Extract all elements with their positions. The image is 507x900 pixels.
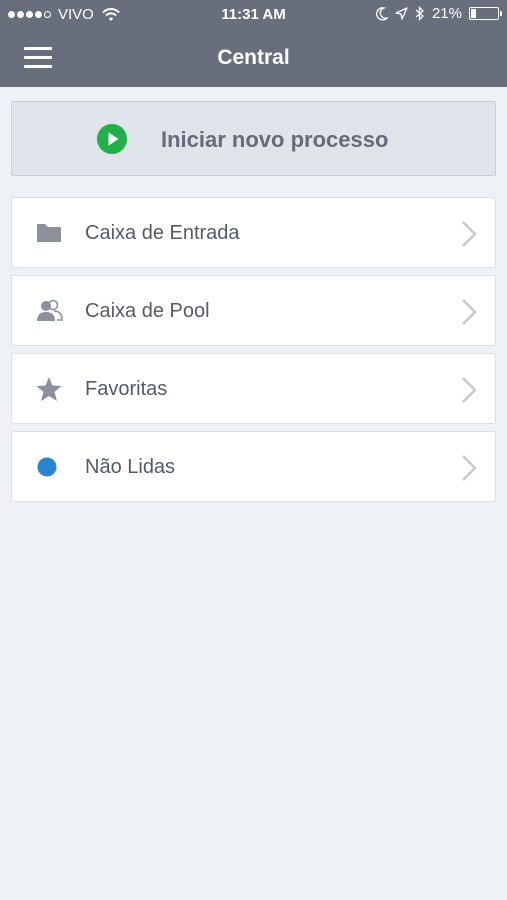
users-icon [37,299,63,321]
start-new-process-button[interactable]: Iniciar novo processo [11,101,496,176]
page-title: Central [217,46,290,69]
menu-item-pool[interactable]: Caixa de Pool [11,275,496,346]
menu-item-favorites[interactable]: Favoritas [11,353,496,424]
chevron-right-icon [462,299,477,325]
play-circle-icon [97,124,127,154]
start-new-process-label: Iniciar novo processo [161,127,389,152]
chevron-right-icon [462,221,477,247]
battery-icon [469,7,502,20]
folder-icon [37,224,61,242]
menu-item-unread[interactable]: Não Lidas [11,431,496,502]
menu-item-label: Caixa de Entrada [85,222,240,244]
star-icon [36,377,62,401]
menu-item-label: Caixa de Pool [85,300,210,322]
status-bar: VIVO 11:31 AM 21% [0,0,507,30]
moon-icon [376,6,388,20]
status-right: 21% [369,5,502,22]
battery-percent: 21% [431,5,462,22]
chevron-right-icon [462,377,477,403]
nav-bar: Central [0,30,507,87]
chevron-right-icon [462,455,477,481]
menu-item-inbox[interactable]: Caixa de Entrada [11,197,496,268]
location-arrow-icon [395,7,408,20]
menu-item-label: Favoritas [85,378,168,400]
bluetooth-icon [415,6,424,21]
menu-item-label: Não Lidas [85,456,176,478]
unread-dot-icon [37,457,57,477]
